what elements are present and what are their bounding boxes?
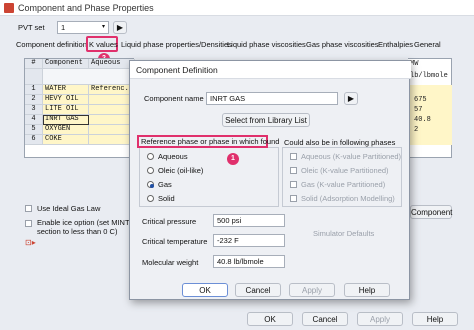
molecular-weight-label: Molecular weight: [142, 258, 199, 267]
dialog-ok-button[interactable]: OK: [182, 283, 228, 297]
row-number: 2: [25, 95, 43, 105]
play-icon: ▶: [116, 23, 124, 32]
grid-subheader: [25, 69, 43, 85]
simulator-defaults-button[interactable]: Simulator Defaults: [313, 229, 374, 238]
mw-column-fill: [408, 85, 452, 145]
phase-gas-label: Gas: [158, 180, 172, 189]
reference-phase-label: Reference phase or phase in which found: [141, 137, 280, 146]
dialog-title: Component Definition: [136, 65, 218, 75]
main-apply-button[interactable]: Apply: [357, 312, 403, 326]
component-cell[interactable]: OXYGEN: [43, 125, 89, 135]
also-oleic-checkbox[interactable]: [290, 167, 297, 174]
chevron-down-icon: ▾: [101, 24, 105, 30]
also-phases-label: Could also be in following phases: [284, 138, 396, 147]
critical-pressure-input[interactable]: 500 psi: [213, 214, 285, 227]
main-cancel-button[interactable]: Cancel: [302, 312, 348, 326]
main-ok-button[interactable]: OK: [247, 312, 293, 326]
tab-gas-viscosities[interactable]: Gas phase viscosities: [306, 38, 379, 51]
tab-enthalpies[interactable]: Enthalpies: [378, 38, 413, 51]
annotation-badge-1: 1: [227, 153, 239, 165]
phase-oleic-radio[interactable]: [147, 167, 154, 174]
tab-liquid-densities[interactable]: Liquid phase properties/Densities: [121, 38, 232, 51]
grid-subheader-fill: [43, 69, 135, 85]
pvt-next-button[interactable]: ▶: [113, 21, 127, 34]
grid-header-component: Component: [43, 59, 89, 69]
pvt-set-label: PVT set: [18, 23, 45, 32]
critical-temperature-label: Critical temperature: [142, 237, 208, 246]
dialog-apply-button[interactable]: Apply: [289, 283, 335, 297]
row-number: 6: [25, 135, 43, 145]
also-aqueous-checkbox[interactable]: [290, 153, 297, 160]
add-component-button[interactable]: Component: [410, 205, 452, 219]
window-title: Component and Phase Properties: [18, 3, 154, 13]
phase-solid-label: Solid: [158, 194, 175, 203]
component-definition-dialog: Component Definition Component name INRT…: [129, 60, 411, 300]
phase-oleic-label: Oleic (oil-like): [158, 166, 204, 175]
dialog-help-button[interactable]: Help: [344, 283, 390, 297]
edit-formula-icon[interactable]: ⊡▸: [25, 238, 43, 248]
pvt-set-value: 1: [61, 23, 66, 32]
dialog-title-bar: Component Definition: [130, 61, 411, 79]
component-cell[interactable]: HEVY OIL: [43, 95, 89, 105]
row-number: 3: [25, 105, 43, 115]
mw-cell[interactable]: 2: [414, 126, 418, 135]
mw-cell[interactable]: 40.8: [414, 116, 431, 125]
grid-header-mw: MW: [410, 60, 419, 68]
tab-k-values[interactable]: K values: [89, 38, 119, 51]
pvt-set-select[interactable]: 1 ▾: [57, 21, 109, 34]
grid-header-mw-unit: lb/lbmole: [410, 72, 448, 80]
component-name-input[interactable]: INRT GAS: [206, 92, 338, 105]
phase-aqueous-label: Aqueous: [158, 152, 188, 161]
tab-component-definition[interactable]: Component definition: [16, 38, 87, 51]
ideal-gas-checkbox[interactable]: [25, 205, 32, 212]
also-gas-checkbox[interactable]: [290, 181, 297, 188]
also-gas-label: Gas (K-value Partitioned): [301, 180, 386, 189]
also-solid-label: Solid (Adsorption Modelling): [301, 194, 395, 203]
row-number: 1: [25, 85, 43, 95]
phase-solid-radio[interactable]: [147, 195, 154, 202]
row-number: 5: [25, 125, 43, 135]
mw-cell[interactable]: 57: [414, 106, 422, 115]
main-help-button[interactable]: Help: [412, 312, 458, 326]
play-icon: ▶: [347, 94, 355, 103]
select-library-button[interactable]: Select from Library List: [222, 113, 310, 127]
also-solid-checkbox[interactable]: [290, 195, 297, 202]
ideal-gas-label: Use Ideal Gas Law: [37, 204, 101, 213]
component-cell[interactable]: COKE: [43, 135, 89, 145]
component-cell[interactable]: WATER: [43, 85, 89, 95]
also-oleic-label: Oleic (K-value Partitioned): [301, 166, 389, 175]
mw-cell[interactable]: 675: [414, 96, 427, 105]
tab-liquid-viscosities[interactable]: Liquid phase viscosities: [227, 38, 306, 51]
tab-general[interactable]: General: [414, 38, 441, 51]
molecular-weight-input[interactable]: 40.8 lb/lbmole: [213, 255, 285, 268]
ice-option-label-2: section to less than 0 C): [37, 227, 118, 236]
also-aqueous-label: Aqueous (K-value Partitioned): [301, 152, 402, 161]
grid-header-num: #: [25, 59, 43, 69]
critical-pressure-label: Critical pressure: [142, 217, 197, 226]
critical-temperature-input[interactable]: -232 F: [213, 234, 285, 247]
row-number: 4: [25, 115, 43, 125]
grid-right-panel: MW lb/lbmole 675 57 40.8 2: [408, 58, 452, 158]
phase-gas-radio[interactable]: [147, 181, 154, 188]
component-name-label: Component name: [144, 94, 204, 103]
dialog-cancel-button[interactable]: Cancel: [235, 283, 281, 297]
phase-aqueous-radio[interactable]: [147, 153, 154, 160]
component-cell[interactable]: LITE OIL: [43, 105, 89, 115]
ice-option-checkbox[interactable]: [25, 220, 32, 227]
component-grid: # Component Aqueous 1 WATER Referenc... …: [24, 58, 135, 158]
component-cell-selected[interactable]: INRT GAS: [43, 115, 89, 125]
component-next-button[interactable]: ▶: [344, 92, 358, 105]
app-icon: [4, 3, 14, 13]
